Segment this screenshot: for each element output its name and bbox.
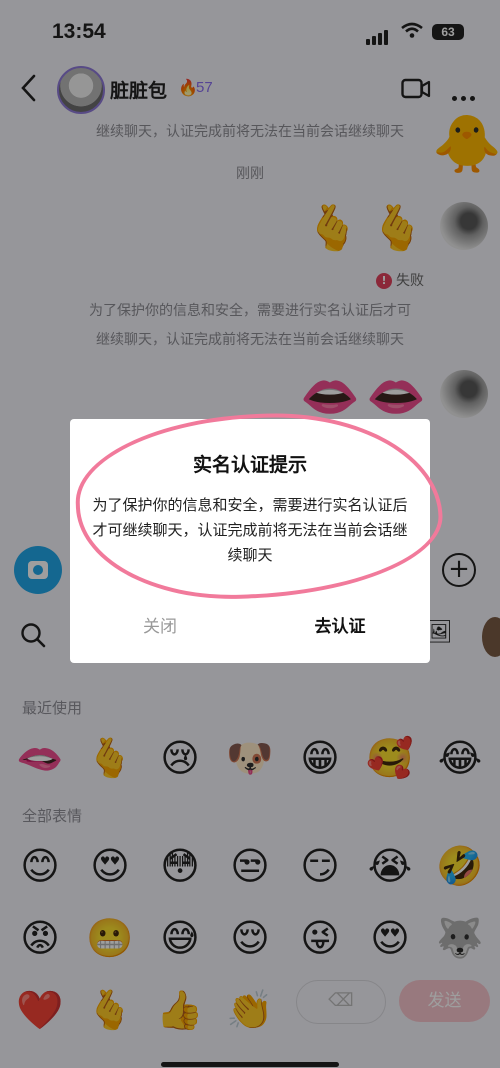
close-button[interactable]: 关闭	[70, 612, 250, 637]
verify-button[interactable]: 去认证	[250, 612, 430, 637]
